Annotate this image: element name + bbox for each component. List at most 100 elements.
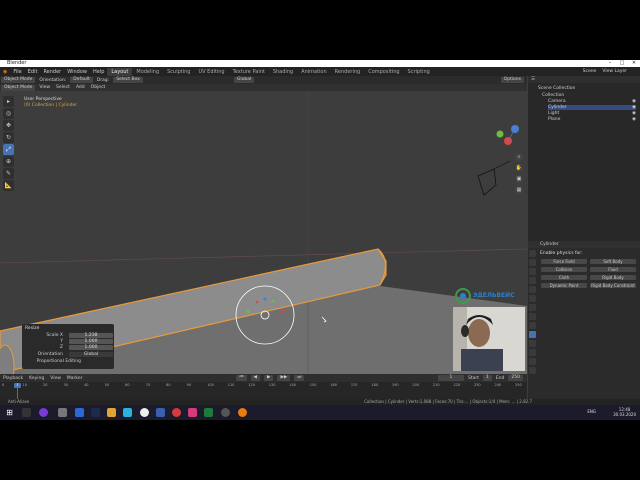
jump-end-icon[interactable]: ⏭ (294, 375, 305, 381)
object-mode-dropdown[interactable]: Object Mode (1, 84, 36, 91)
material-tab-icon[interactable] (529, 358, 536, 365)
calculator-icon[interactable] (58, 408, 67, 417)
tab-compositing[interactable]: Compositing (364, 68, 403, 76)
drag-dropdown[interactable]: Select Box (113, 77, 143, 83)
blender-logo-icon[interactable]: ◉ (0, 69, 10, 75)
scale-x-field[interactable]: 1.238 (69, 333, 113, 338)
step-back-icon[interactable]: ◀ (250, 375, 260, 381)
data-tab-icon[interactable] (529, 349, 536, 356)
rigid-body-button[interactable]: Rigid Body (590, 275, 636, 280)
texture-tab-icon[interactable] (529, 367, 536, 374)
tab-uv-editing[interactable]: UV Editing (194, 68, 228, 76)
tab-shading[interactable]: Shading (269, 68, 297, 76)
tab-texture-paint[interactable]: Texture Paint (229, 68, 269, 76)
jump-start-icon[interactable]: ⏮ (236, 375, 247, 381)
timeline-view-menu[interactable]: View (47, 376, 64, 381)
visibility-eye-icon[interactable]: ◉ (632, 117, 636, 122)
timeline-playback-menu[interactable]: Playback (0, 376, 26, 381)
output-tab-icon[interactable] (529, 268, 536, 275)
transform-tool-icon[interactable]: ⊕ (3, 156, 14, 167)
maximize-button[interactable]: □ (616, 60, 628, 67)
scene-selector[interactable]: Scene (580, 69, 600, 74)
world-tab-icon[interactable] (529, 295, 536, 302)
visibility-eye-icon[interactable]: ◉ (632, 99, 636, 104)
view-layer-selector[interactable]: View Layer (599, 69, 630, 74)
end-frame-field[interactable]: 250 (508, 375, 523, 381)
object-tab-icon[interactable] (529, 304, 536, 311)
visibility-eye-icon[interactable]: ◉ (632, 105, 636, 110)
input-language[interactable]: ENG (587, 409, 596, 414)
resize-panel-title[interactable]: Resize (25, 326, 39, 331)
app-icon-1[interactable] (39, 408, 48, 417)
close-button[interactable]: ✕ (628, 60, 640, 67)
chrome-icon[interactable] (172, 408, 181, 417)
excel-icon[interactable] (204, 408, 213, 417)
outliner-item-camera[interactable]: Camera (548, 99, 566, 104)
tool-tab-icon[interactable] (529, 250, 536, 257)
menu-render[interactable]: Render (40, 69, 64, 75)
frame-ruler[interactable]: 0 10 20 30 40 50 60 70 80 90 100 110 120 130 140 150 160… (0, 383, 527, 389)
menu-edit[interactable]: Edit (25, 69, 41, 75)
app-icon-2[interactable] (75, 408, 84, 417)
outliner-filter-icon[interactable]: ☰ (531, 77, 535, 82)
photoshop-icon[interactable] (91, 408, 100, 417)
pan-icon[interactable]: ✋ (515, 164, 523, 172)
render-tab-icon[interactable] (529, 259, 536, 266)
rotate-tool-icon[interactable]: ↻ (3, 132, 14, 143)
camera-view-icon[interactable]: ▣ (515, 175, 523, 183)
step-forward-icon[interactable]: ▶▶ (277, 375, 291, 381)
app-icon-4[interactable] (156, 408, 165, 417)
yandex-icon[interactable] (140, 408, 149, 417)
tab-modeling[interactable]: Modeling (132, 68, 163, 76)
tab-rendering[interactable]: Rendering (331, 68, 365, 76)
orientation-dropdown[interactable]: Global (69, 352, 113, 357)
orientation-dropdown[interactable]: Default (70, 77, 93, 83)
search-icon[interactable] (22, 408, 31, 417)
menu-window[interactable]: Window (64, 69, 90, 75)
dynamic-paint-button[interactable]: Dynamic Paint (541, 283, 587, 288)
tab-layout[interactable]: Layout (107, 67, 133, 76)
collision-button[interactable]: Collision (541, 267, 587, 272)
particles-tab-icon[interactable] (529, 322, 536, 329)
menu-file[interactable]: File (10, 69, 24, 75)
start-frame-field[interactable]: 1 (482, 375, 492, 381)
blender-taskbar-icon[interactable] (238, 408, 247, 417)
physics-tab-icon[interactable] (529, 331, 536, 338)
outliner-item-cylinder[interactable]: Cylinder (548, 105, 636, 110)
windows-start-icon[interactable]: ⊞ (5, 408, 14, 417)
move-tool-icon[interactable]: ✥ (3, 120, 14, 131)
clock-date[interactable]: 30.03.2020 (613, 412, 636, 417)
minimize-button[interactable]: – (604, 60, 616, 67)
app-icon-5[interactable] (188, 408, 197, 417)
mode-select-button[interactable]: Object Mode (1, 77, 36, 83)
menu-add[interactable]: Add (73, 85, 88, 90)
collection-item[interactable]: Collection (542, 93, 564, 98)
clock-app-icon[interactable] (221, 408, 230, 417)
menu-select[interactable]: Select (53, 85, 73, 90)
play-icon[interactable]: ▶ (264, 375, 274, 381)
tab-scripting[interactable]: Scripting (404, 68, 434, 76)
timeline-keying-menu[interactable]: Keying (26, 376, 47, 381)
scene-collection-label[interactable]: Scene Collection (538, 86, 575, 91)
transform-orientation-dropdown[interactable]: Global (233, 77, 255, 83)
cloth-button[interactable]: Cloth (541, 275, 587, 280)
menu-help[interactable]: Help (90, 69, 107, 75)
file-explorer-icon[interactable] (107, 408, 116, 417)
constraints-tab-icon[interactable] (529, 340, 536, 347)
menu-object[interactable]: Object (88, 85, 109, 90)
cursor-tool-icon[interactable]: ◎ (3, 108, 14, 119)
timeline-marker-menu[interactable]: Marker (64, 376, 86, 381)
scale-y-field[interactable]: 1.000 (69, 339, 113, 344)
tab-animation[interactable]: Animation (297, 68, 331, 76)
ortho-toggle-icon[interactable]: ▦ (515, 186, 523, 194)
app-icon-3[interactable] (123, 408, 132, 417)
modifier-tab-icon[interactable] (529, 313, 536, 320)
current-frame-field[interactable]: 1 (437, 375, 464, 381)
outliner-item-light[interactable]: Light (548, 111, 559, 116)
zoom-icon[interactable]: ⌕ (515, 153, 523, 161)
visibility-eye-icon[interactable]: ◉ (632, 111, 636, 116)
select-tool-icon[interactable]: ▸ (3, 96, 14, 107)
scale-z-field[interactable]: 1.000 (69, 345, 113, 350)
measure-tool-icon[interactable]: 📐 (3, 180, 14, 191)
menu-view[interactable]: View (36, 85, 53, 90)
